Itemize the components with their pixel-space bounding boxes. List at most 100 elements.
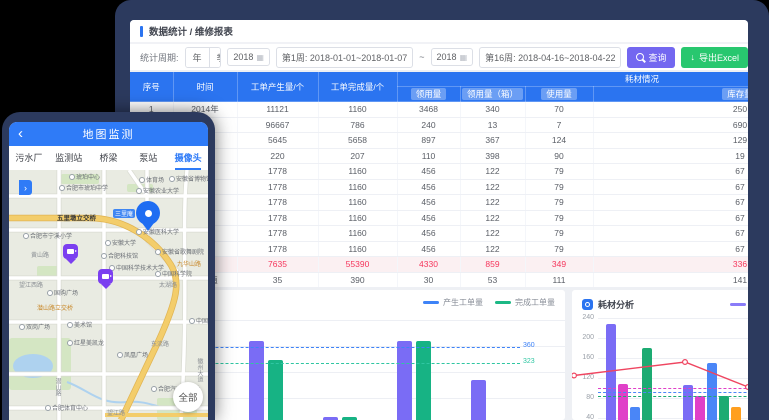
start-week-value: 第1周: 2018-01-01~2018-01-07 (282, 51, 407, 64)
end-year-value: 2018 (437, 52, 457, 62)
table-cell: 897 (397, 133, 460, 149)
table-cell: 122 (460, 195, 525, 211)
consumables-chart-card: 耗材分析 2402001601208040 (572, 290, 748, 420)
reference-line-label: 323 (523, 358, 535, 365)
table-cell: 79 (525, 164, 593, 180)
table-cell: 1778 (237, 210, 318, 226)
workorder-chart-legend[interactable]: 产生工单量 完成工单量 (423, 297, 555, 308)
total-cell: 336 (593, 257, 748, 273)
table-row: 12014年111211160346834070250 (130, 102, 748, 118)
table-cell: 5645 (237, 133, 318, 149)
table-cell: 1160 (318, 164, 397, 180)
all-button[interactable]: 全部 (173, 382, 203, 412)
phone-tab-泵站[interactable]: 泵站 (128, 146, 168, 170)
table-cell: 456 (397, 164, 460, 180)
legend-item[interactable]: 产生工单量 (423, 297, 483, 308)
bar (249, 341, 264, 420)
start-week-input[interactable]: 第1周: 2018-01-01~2018-01-07 (276, 47, 413, 68)
export-button-label: 导出Excel (699, 51, 739, 64)
period-label: 统计周期: (140, 51, 179, 64)
filter-bar: 统计周期: 年季月周日 2018 ▦ 第1周: 2018-01-01~2018-… (130, 44, 748, 70)
table-cell: 122 (460, 164, 525, 180)
table-cell: 1160 (318, 195, 397, 211)
stage: 数据统计 / 维修报表 统计周期: 年季月周日 2018 ▦ 第1周: 2018… (0, 0, 769, 420)
group-header: 耗材情况 (397, 72, 748, 87)
panel-expand-button[interactable]: › (19, 180, 32, 195)
table-row: 356455658897367124129 (130, 133, 748, 149)
table-row: 10177811604561227967 (130, 241, 748, 257)
phone-tab-摄像头[interactable]: 摄像头 (168, 146, 208, 170)
legend-dash (423, 301, 439, 304)
table-cell: 129 (593, 133, 748, 149)
camera-pin[interactable] (98, 269, 113, 284)
table-cell: 1778 (237, 226, 318, 242)
table-cell: 1160 (318, 226, 397, 242)
phone-tab-污水厂[interactable]: 污水厂 (9, 146, 49, 170)
table-cell: 96667 (237, 117, 318, 133)
header-row: 序号时间工单产生量/个工单完成量/个耗材情况 (130, 72, 748, 87)
period-segmented-control[interactable]: 年季月周日 (185, 47, 222, 68)
table-cell: 79 (525, 241, 593, 257)
bar (416, 341, 431, 420)
bar (268, 360, 283, 420)
sub-column-header: 领用量（箱） (460, 87, 525, 102)
table-cell: 250 (593, 102, 748, 118)
back-icon[interactable]: ‹ (18, 124, 23, 144)
table-cell: 7 (525, 117, 593, 133)
table-cell: 79 (525, 195, 593, 211)
consumables-chart-icon (582, 299, 593, 310)
end-week-input[interactable]: 第16周: 2018-04-16~2018-04-22 (479, 47, 621, 68)
download-icon: ↓ (690, 53, 695, 62)
table-cell: 690 (593, 117, 748, 133)
table-cell: 67 (593, 179, 748, 195)
table-cell: 1778 (237, 164, 318, 180)
bar (397, 341, 412, 420)
start-year-select[interactable]: 2018 ▦ (227, 48, 270, 66)
period-option[interactable]: 年 (186, 48, 210, 67)
camera-icon (67, 249, 74, 254)
camera-pin[interactable] (63, 244, 78, 259)
phone-title: 地图监测 (83, 126, 135, 142)
legend-item[interactable]: 完成工单量 (495, 297, 555, 308)
end-week-value: 第16周: 2018-04-16~2018-04-22 (485, 51, 615, 64)
table-body: 12014年1112111603468340702502966677862401… (130, 102, 748, 288)
end-year-select[interactable]: 2018 ▦ (431, 48, 474, 66)
table-row: 8177811604561227967 (130, 210, 748, 226)
table-cell: 122 (460, 210, 525, 226)
table-cell: 456 (397, 226, 460, 242)
breadcrumb-accent (140, 26, 143, 37)
breadcrumb: 数据统计 / 维修报表 (149, 24, 233, 38)
table-cell: 11121 (237, 102, 318, 118)
phone: ‹ 地图监测 污水厂监测站桥梁泵站摄像头 (2, 112, 215, 420)
table-header: 序号时间工单产生量/个工单完成量/个耗材情况领用量领用量（箱）使用量库存量 (130, 72, 748, 102)
table-cell: 110 (397, 148, 460, 164)
table-cell: 19 (593, 148, 748, 164)
period-option[interactable]: 季 (210, 48, 222, 67)
consumables-chart-legend-dash[interactable] (730, 303, 746, 306)
sub-column-pill: 库存量 (722, 88, 748, 100)
sub-column-header: 领用量 (397, 87, 460, 102)
total-cell: 55390 (318, 257, 397, 273)
phone-screen: ‹ 地图监测 污水厂监测站桥梁泵站摄像头 (9, 122, 208, 420)
calendar-icon: ▦ (256, 53, 264, 62)
table-cell: 207 (318, 148, 397, 164)
table-cell: 340 (460, 102, 525, 118)
query-button-label: 查询 (648, 51, 666, 64)
reference-line-label: 360 (523, 342, 535, 349)
phone-tab-监测站[interactable]: 监测站 (49, 146, 89, 170)
phone-tab-桥梁[interactable]: 桥梁 (89, 146, 129, 170)
table-cell: 67 (593, 164, 748, 180)
table-cell: 1778 (237, 179, 318, 195)
map[interactable]: 琥珀中心合肥市琥珀中学体育场安徽农业大学安徽省博物馆三里庵五里墩立交桥安徽医科大… (9, 170, 208, 420)
table-cell: 79 (525, 226, 593, 242)
query-button[interactable]: 查询 (627, 47, 675, 68)
total-cell: 4330 (397, 257, 460, 273)
export-excel-button[interactable]: ↓ 导出Excel (681, 47, 748, 68)
total-row: 合计7635553904330859349336 (130, 257, 748, 273)
table-row: 7177811604561227967 (130, 195, 748, 211)
sub-column-pill: 领用量 (411, 88, 447, 100)
phone-header: ‹ 地图监测 (9, 122, 208, 146)
selected-camera-pin[interactable] (136, 201, 160, 225)
table-cell: 122 (460, 179, 525, 195)
dashboard-screen: 数据统计 / 维修报表 统计周期: 年季月周日 2018 ▦ 第1周: 2018… (130, 20, 748, 420)
